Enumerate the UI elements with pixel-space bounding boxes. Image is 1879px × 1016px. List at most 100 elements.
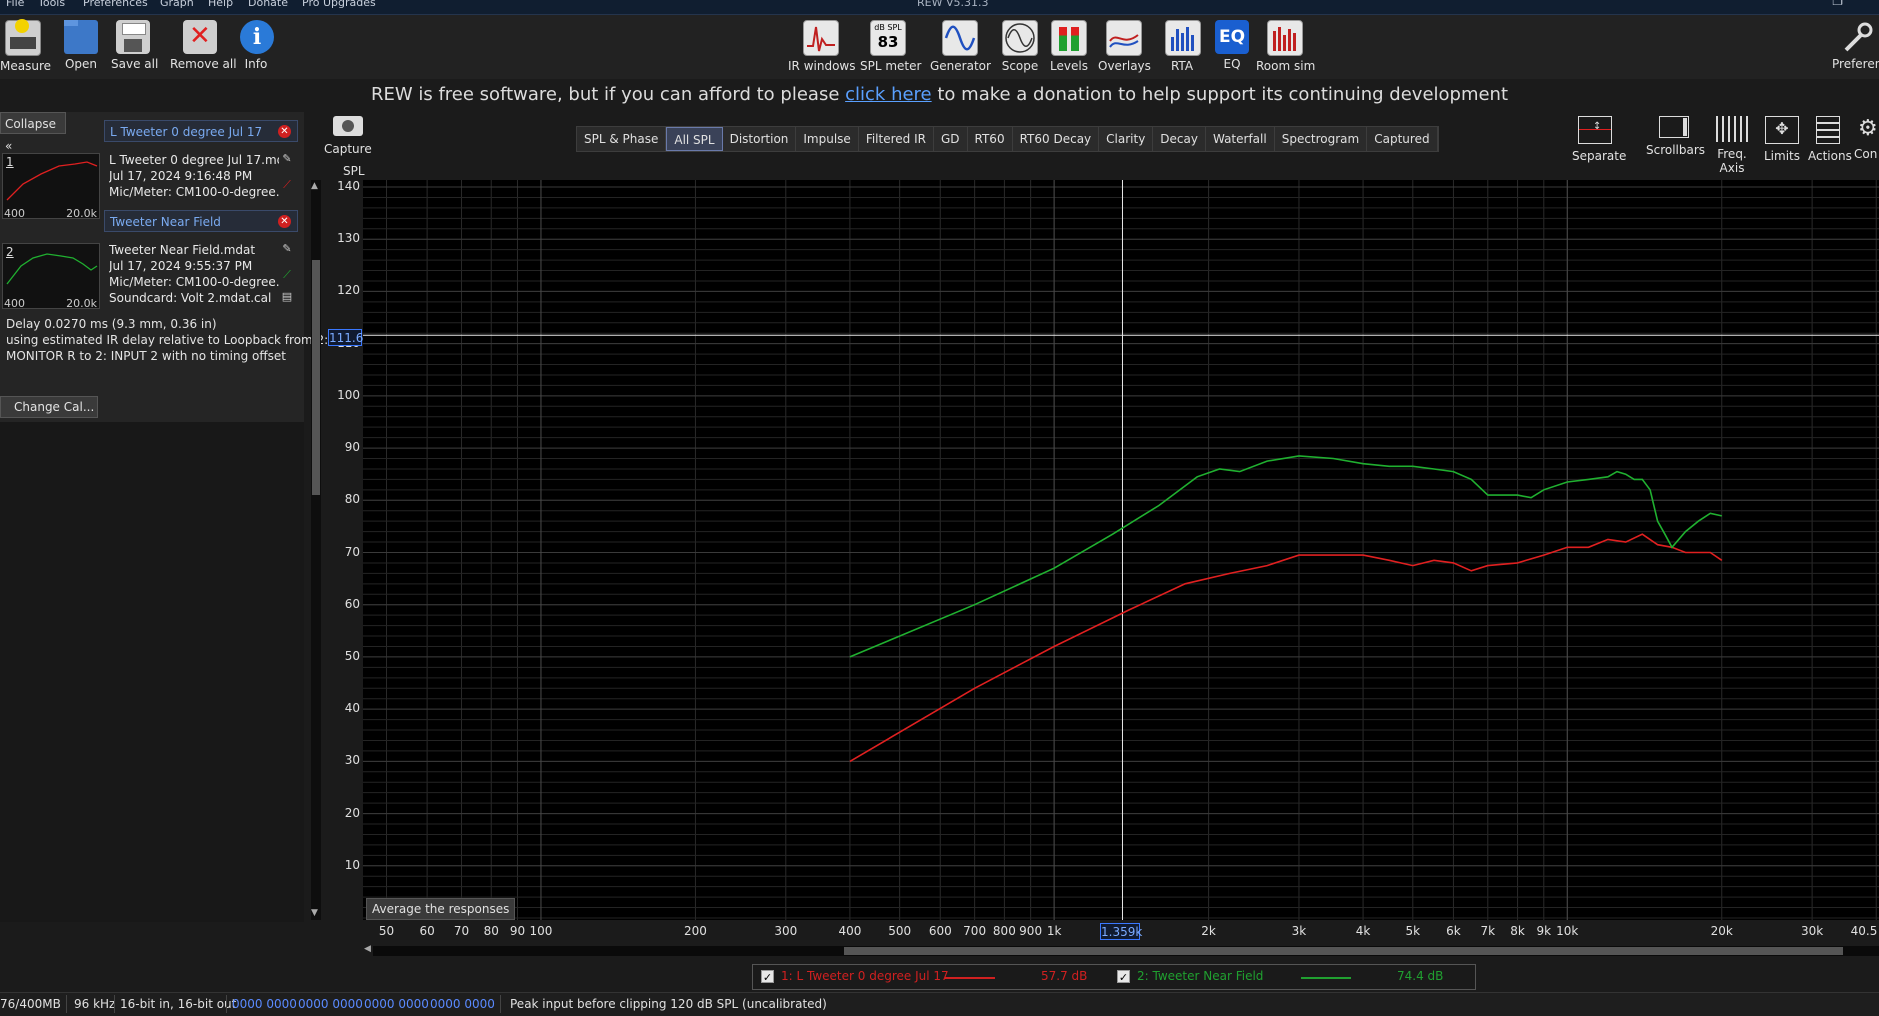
y-tick-label: 120 bbox=[337, 283, 360, 298]
tab-all-spl[interactable]: All SPL bbox=[666, 127, 723, 151]
thumb-min-freq: 400 bbox=[4, 297, 25, 310]
legend-value-2: 74.4 dB bbox=[1397, 969, 1444, 983]
y-axis-label: SPL bbox=[343, 164, 365, 178]
tab-filtered-ir[interactable]: Filtered IR bbox=[859, 127, 934, 151]
x-tick-label: 80 bbox=[483, 924, 499, 938]
generator-button[interactable]: Generator bbox=[930, 20, 991, 73]
measurement-thumbnail[interactable]: 2 400 20.0k bbox=[2, 243, 100, 310]
tab-clarity[interactable]: Clarity bbox=[1099, 127, 1154, 151]
freq-axis-button[interactable]: Freq. Axis bbox=[1706, 116, 1758, 175]
document-icon[interactable]: ▤ bbox=[280, 290, 294, 304]
open-button[interactable]: Open bbox=[61, 20, 101, 71]
actions-button[interactable]: Actions bbox=[1808, 116, 1852, 163]
measurement-title[interactable]: L Tweeter 0 degree Jul 17 ✕ bbox=[104, 120, 298, 142]
tab-captured[interactable]: Captured bbox=[1367, 127, 1438, 151]
x-tick-label: 70 bbox=[453, 924, 470, 938]
legend-label-2: 2: Tweeter Near Field bbox=[1137, 969, 1264, 983]
ir-windows-button[interactable]: IR windows bbox=[788, 20, 855, 73]
scope-button[interactable]: Scope bbox=[1000, 20, 1040, 73]
measurement-item[interactable]: Tweeter Near Field ✕ 2 400 20.0k Tweeter … bbox=[0, 210, 300, 310]
tab-impulse[interactable]: Impulse bbox=[796, 127, 859, 151]
x-tick-label: 200 bbox=[683, 924, 707, 938]
status-bar: 76/400MB 96 kHz 16-bit in, 16-bit out 00… bbox=[0, 992, 1879, 1016]
scrollbars-label: Scrollbars bbox=[1646, 143, 1706, 157]
tab-gd[interactable]: GD bbox=[934, 127, 968, 151]
preferences-button[interactable]: Preferen bbox=[1832, 20, 1879, 71]
tab-waterfall[interactable]: Waterfall bbox=[1206, 127, 1275, 151]
overlays-button[interactable]: Overlays bbox=[1098, 20, 1151, 73]
legend-checkbox-2[interactable]: ✓ bbox=[1117, 970, 1130, 984]
vertical-scrollbar-thumb[interactable] bbox=[312, 260, 320, 495]
camera-icon bbox=[332, 116, 363, 136]
y-tick-label: 100 bbox=[337, 387, 360, 402]
spl-graph-canvas[interactable] bbox=[363, 180, 1879, 920]
menu-graph[interactable]: Graph bbox=[160, 0, 194, 9]
spl-meter-label: SPL meter bbox=[860, 59, 922, 73]
close-icon[interactable]: ✕ bbox=[278, 125, 291, 138]
measure-button[interactable]: Measure bbox=[0, 19, 51, 73]
menu-tools[interactable]: Tools bbox=[38, 0, 65, 9]
delay-line: MONITOR R to 2: INPUT 2 with no timing o… bbox=[6, 349, 286, 363]
trace-color-icon[interactable]: ⟋ bbox=[280, 268, 294, 282]
menu-pro-upgrades[interactable]: Pro Upgrades bbox=[302, 0, 376, 9]
peak-input-info: Peak input before clipping 120 dB SPL (u… bbox=[510, 997, 827, 1011]
window-maximize-icon[interactable]: ❐ bbox=[1832, 0, 1843, 8]
separate-icon: ↕ bbox=[1578, 116, 1612, 144]
measurement-mic: Mic/Meter: CM100-0-degree.tx bbox=[109, 185, 279, 199]
menu-preferences[interactable]: Preferences bbox=[83, 0, 148, 9]
tab-decay[interactable]: Decay bbox=[1153, 127, 1206, 151]
measurement-item[interactable]: L Tweeter 0 degree Jul 17 ✕ 1 400 20.0k L… bbox=[0, 120, 300, 220]
tab-spectrogram[interactable]: Spectrogram bbox=[1275, 127, 1368, 151]
y-tick-label: 80 bbox=[344, 492, 360, 507]
eq-button[interactable]: EQ EQ bbox=[1215, 20, 1249, 71]
measurement-title[interactable]: Tweeter Near Field ✕ bbox=[104, 210, 298, 232]
levels-button[interactable]: Levels bbox=[1050, 20, 1088, 73]
rta-label: RTA bbox=[1170, 59, 1194, 73]
separate-label: Separate bbox=[1572, 149, 1627, 163]
menu-help[interactable]: Help bbox=[208, 0, 233, 9]
measurement-file: Tweeter Near Field.mdat bbox=[109, 243, 256, 257]
scrollbars-icon bbox=[1659, 116, 1689, 138]
remove-all-button[interactable]: ✕ Remove all bbox=[170, 20, 237, 71]
notes-icon[interactable]: ✎ bbox=[280, 242, 294, 256]
overlays-label: Overlays bbox=[1098, 59, 1151, 73]
close-icon[interactable]: ✕ bbox=[278, 215, 291, 228]
scrollbars-button[interactable]: Scrollbars bbox=[1646, 116, 1706, 157]
freq-axis-label: Freq. Axis bbox=[1717, 147, 1747, 175]
menu-donate[interactable]: Donate bbox=[248, 0, 288, 9]
delay-info: Delay 0.0270 ms (9.3 mm, 0.36 in) using … bbox=[6, 316, 328, 364]
tab-spl-phase[interactable]: SPL & Phase bbox=[577, 127, 667, 151]
menu-file[interactable]: File bbox=[6, 0, 24, 9]
memory-usage: 76/400MB bbox=[0, 997, 61, 1011]
capture-button[interactable]: Capture bbox=[324, 116, 372, 156]
spl-graph[interactable] bbox=[363, 180, 1879, 920]
controls-icon: ⚙ bbox=[1858, 116, 1878, 141]
scroll-up-icon[interactable]: ▲ bbox=[311, 181, 318, 191]
x-tick-label: 50 bbox=[378, 924, 395, 938]
tab-distortion[interactable]: Distortion bbox=[723, 127, 797, 151]
save-all-button[interactable]: Save all bbox=[111, 20, 158, 71]
average-responses-button[interactable]: Average the responses bbox=[366, 898, 516, 920]
tab-rt60[interactable]: RT60 bbox=[968, 127, 1013, 151]
horizontal-scrollbar-thumb[interactable] bbox=[844, 947, 1843, 955]
trace-color-icon[interactable]: ⟋ bbox=[280, 178, 294, 192]
room-sim-icon bbox=[1267, 20, 1303, 56]
separate-button[interactable]: ↕ Separate bbox=[1572, 116, 1627, 163]
room-sim-button[interactable]: Room sim bbox=[1256, 20, 1315, 73]
legend-checkbox-1[interactable]: ✓ bbox=[761, 970, 774, 984]
remove-all-icon: ✕ bbox=[183, 20, 217, 54]
change-cal-button[interactable]: Change Cal... bbox=[0, 396, 98, 418]
save-all-icon bbox=[116, 20, 150, 54]
info-button[interactable]: i Info bbox=[240, 20, 274, 71]
series-line-1 bbox=[849, 533, 1723, 763]
limits-button[interactable]: ✥ Limits bbox=[1764, 116, 1800, 163]
donation-link[interactable]: click here bbox=[845, 84, 932, 105]
spl-meter-button[interactable]: dB SPL 83 SPL meter bbox=[860, 20, 922, 73]
rta-button[interactable]: RTA bbox=[1165, 20, 1201, 73]
controls-button[interactable]: ⚙ Con bbox=[1854, 116, 1879, 161]
x-tick-label: 90 bbox=[509, 924, 526, 938]
scroll-down-icon[interactable]: ▼ bbox=[311, 908, 318, 918]
scroll-left-icon[interactable]: ◀ bbox=[364, 944, 371, 954]
tab-rt60-decay[interactable]: RT60 Decay bbox=[1013, 127, 1100, 151]
notes-icon[interactable]: ✎ bbox=[280, 152, 294, 166]
